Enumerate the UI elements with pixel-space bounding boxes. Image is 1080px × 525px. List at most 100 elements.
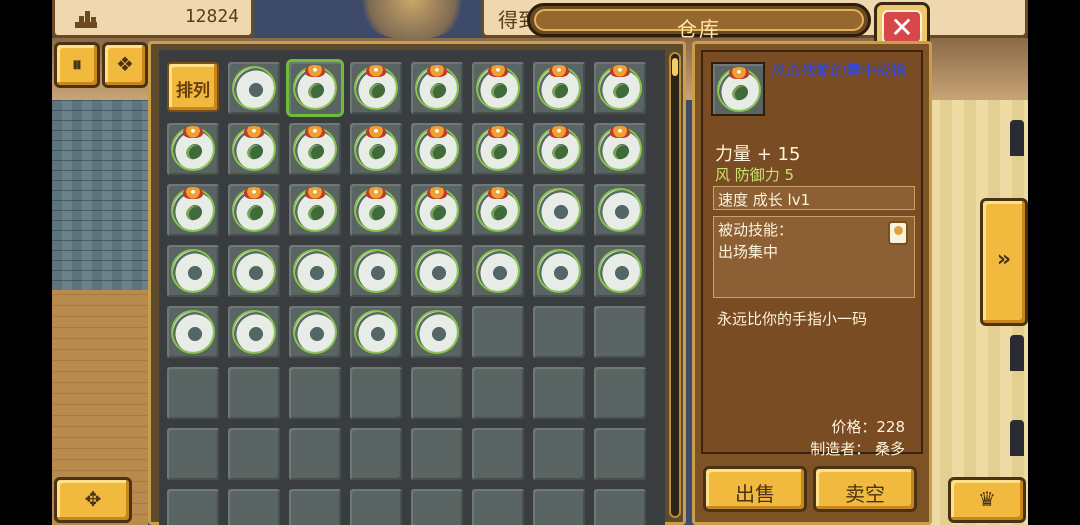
close-button-face[interactable]: ✕ [882,10,922,44]
item-stat-defense: 风 防御力 5 [715,166,795,184]
inventory-slot[interactable] [594,184,646,236]
gem-ring-icon [356,187,396,230]
empty-inventory-slot[interactable] [289,367,341,419]
inventory-slot[interactable] [533,123,585,175]
empty-inventory-slot[interactable] [533,428,585,480]
empty-inventory-slot[interactable] [289,428,341,480]
ring-icon [234,251,274,291]
sell-all-button-label: 卖空 [845,482,885,506]
inventory-slot[interactable] [411,62,463,114]
next-page-button[interactable]: » [980,198,1028,326]
gem-ring-icon [295,187,335,230]
close-icon[interactable]: ✕ [884,12,920,44]
sell-button[interactable]: 出售 [703,466,807,512]
item-name: 风的残酷的集中戒指 [771,61,907,79]
skill-scroll-icon [888,221,908,245]
inventory-slot[interactable] [228,184,280,236]
empty-inventory-slot[interactable] [350,489,402,525]
inventory-slot[interactable] [533,62,585,114]
empty-inventory-slot[interactable] [411,489,463,525]
empty-inventory-slot[interactable] [472,428,524,480]
inventory-slot[interactable] [289,62,341,114]
empty-inventory-slot[interactable] [167,489,219,525]
inventory-slot[interactable] [228,245,280,297]
empty-inventory-slot[interactable] [228,428,280,480]
empty-inventory-slot[interactable] [533,306,585,358]
empty-inventory-slot[interactable] [350,367,402,419]
inventory-slot[interactable] [594,123,646,175]
empty-inventory-slot[interactable] [594,306,646,358]
gem-ring-icon [600,65,640,108]
inventory-slot[interactable] [167,306,219,358]
inventory-slot[interactable] [228,306,280,358]
pause-button[interactable]: ⏸ [54,42,100,88]
crown-button[interactable]: ♛ [948,477,1026,523]
sort-button[interactable]: 排列 [167,62,219,112]
ring-icon [417,251,457,291]
empty-inventory-slot[interactable] [411,428,463,480]
scrollbar-thumb[interactable] [672,58,678,76]
inventory-slot[interactable] [228,123,280,175]
inventory-slot[interactable] [167,123,219,175]
inventory-slot[interactable] [594,245,646,297]
ring-icon [295,251,335,291]
empty-inventory-slot[interactable] [594,367,646,419]
inventory-slot[interactable] [472,184,524,236]
inventory-slot[interactable] [289,245,341,297]
inventory-slot[interactable] [533,245,585,297]
window-title: 仓库 [677,17,721,41]
inventory-slot[interactable] [594,62,646,114]
gem-ring-icon [173,126,213,169]
inventory-slot[interactable] [350,123,402,175]
empty-inventory-slot[interactable] [472,367,524,419]
inventory-slot[interactable] [411,123,463,175]
inventory-slot[interactable] [472,62,524,114]
inventory-slot[interactable] [228,62,280,114]
ring-icon [417,312,457,352]
inventory-slot[interactable] [289,184,341,236]
empty-inventory-slot[interactable] [411,367,463,419]
empty-inventory-slot[interactable] [228,489,280,525]
coins-value: 12824 [184,6,239,27]
empty-inventory-slot[interactable] [472,489,524,525]
inventory-panel: 排列 [148,41,686,525]
empty-inventory-slot[interactable] [594,489,646,525]
inventory-slot[interactable] [411,245,463,297]
inventory-slot[interactable] [411,184,463,236]
inventory-slot[interactable] [350,245,402,297]
ring-icon [719,67,759,110]
passive-skill-box: 被动技能： 出场集中 [713,216,915,298]
empty-inventory-slot[interactable] [350,428,402,480]
ring-icon [478,251,518,291]
inventory-slot[interactable] [289,306,341,358]
inventory-slot[interactable] [472,245,524,297]
empty-inventory-slot[interactable] [167,428,219,480]
inventory-slot[interactable] [533,184,585,236]
inventory-slot[interactable] [350,184,402,236]
empty-inventory-slot[interactable] [228,367,280,419]
empty-inventory-slot[interactable] [533,367,585,419]
empty-inventory-slot[interactable] [472,306,524,358]
inventory-slot[interactable] [167,245,219,297]
gems-button[interactable]: ❖ [102,42,148,88]
ring-icon [234,68,274,108]
inventory-scrollbar[interactable] [669,52,681,518]
speed-growth-box: 速度 成长 lv1 [713,186,915,210]
empty-inventory-slot[interactable] [289,489,341,525]
empty-inventory-slot[interactable] [533,489,585,525]
item-maker: 制造者： 桑多 [810,440,905,458]
inventory-slot[interactable] [167,184,219,236]
sell-all-button[interactable]: 卖空 [813,466,917,512]
inventory-slot[interactable] [350,62,402,114]
gem-ring-icon [356,126,396,169]
dpad-button[interactable]: ✥ [54,477,132,523]
inventory-slot[interactable] [289,123,341,175]
background-stone-wall [52,100,148,290]
empty-inventory-slot[interactable] [167,367,219,419]
inventory-grid: 排列 [159,50,665,525]
empty-inventory-slot[interactable] [594,428,646,480]
passive-skill-name: 出场集中 [718,243,779,261]
inventory-slot[interactable] [350,306,402,358]
inventory-slot[interactable] [411,306,463,358]
inventory-slot[interactable] [472,123,524,175]
